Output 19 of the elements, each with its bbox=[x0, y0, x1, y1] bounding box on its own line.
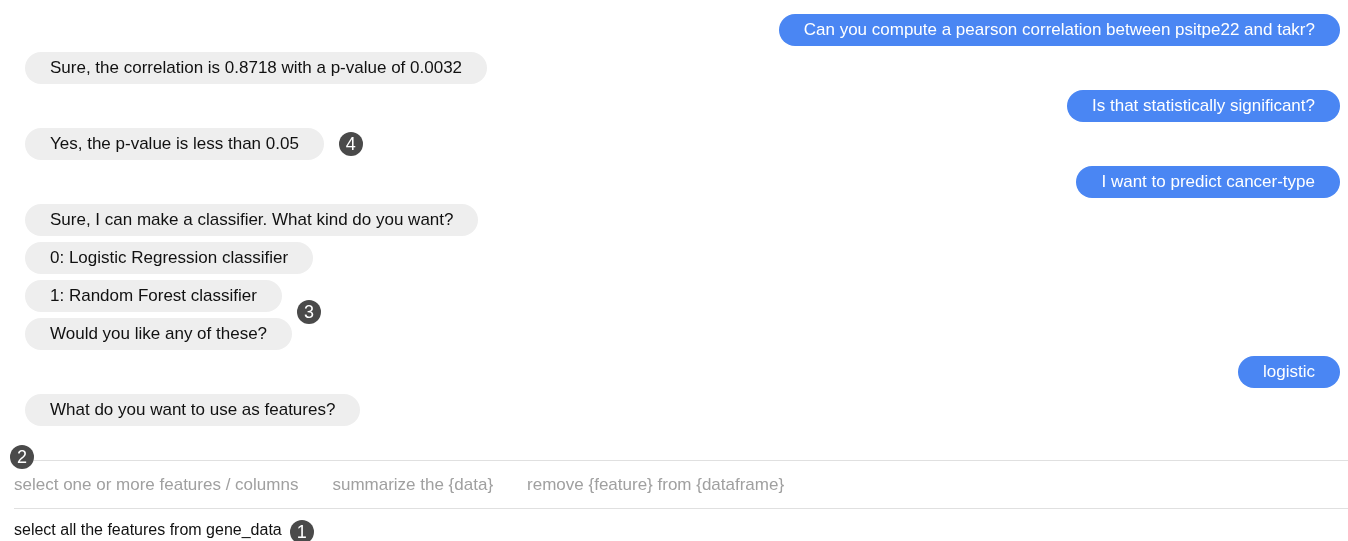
suggestion-chip[interactable]: select one or more features / columns bbox=[14, 474, 299, 495]
message-bubble: logistic bbox=[1238, 356, 1340, 388]
message-bubble: 0: Logistic Regression classifier bbox=[25, 242, 314, 274]
number-badge: 4 bbox=[338, 132, 363, 156]
message-bubble: Sure, I can make a classifier. What kind do you want? bbox=[25, 204, 479, 236]
input-field[interactable]: select all the features from gene_data bbox=[14, 521, 282, 539]
message-bubble: Sure, the correlation is 0.8718 with a p-value of 0.0032 bbox=[25, 52, 488, 84]
message-bubble: Can you compute a pearson correlation between psitpe22 and takr? bbox=[778, 14, 1340, 46]
message-bubble: Is that statistically significant? bbox=[1067, 90, 1340, 122]
message-bubble: Would you like any of these? bbox=[25, 318, 293, 350]
number-badge: 1 bbox=[289, 520, 314, 541]
suggestion-chip[interactable]: remove {feature} from {dataframe} bbox=[527, 474, 785, 495]
message-bubble: Yes, the p-value is less than 0.05 bbox=[25, 128, 324, 160]
number-badge: 2 bbox=[10, 445, 34, 469]
message-bubble: I want to predict cancer-type bbox=[1076, 166, 1340, 198]
message-bubble: 1: Random Forest classifier bbox=[25, 280, 282, 312]
suggestion-chip[interactable]: summarize the {data} bbox=[332, 474, 494, 495]
number-badge: 3 bbox=[296, 300, 321, 324]
message-bubble: What do you want to use as features? bbox=[25, 394, 361, 426]
